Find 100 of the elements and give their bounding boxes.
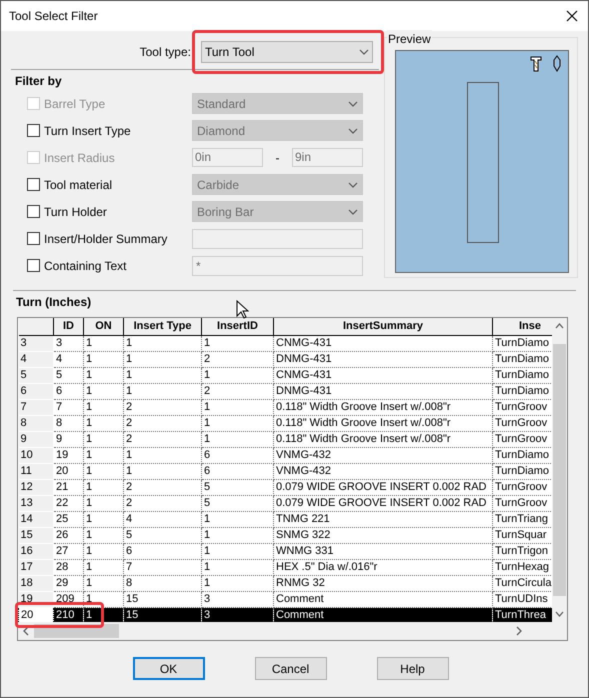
table-row[interactable]: 10 19 1 1 6 VNMG-432 TurnDiamo [18,447,552,463]
table-cell: TNMG 221 [274,511,492,527]
table-cell: 6 [54,383,84,399]
table-cell: 5 [124,527,202,543]
row-header[interactable]: 6 [18,383,54,399]
table-cell: 2 [202,383,274,399]
row-header[interactable]: 14 [18,511,54,527]
row-header[interactable]: 15 [18,527,54,543]
table-cell: 28 [54,559,84,575]
corner-header [18,318,54,335]
table-cell: 1 [84,383,124,399]
table-row[interactable]: 17 28 1 7 1 HEX .5" Dia w/.016"r TurnHexag [18,559,552,575]
row-header[interactable]: 9 [18,431,54,447]
input-field[interactable]: * [192,256,363,276]
row-header[interactable]: 18 [18,575,54,591]
table-cell: VNMG-432 [274,463,492,479]
table-cell: 6 [202,463,274,479]
table-cell: 2 [124,399,202,415]
table-row[interactable]: 11 20 1 1 6 VNMG-432 TurnDiamo [18,463,552,479]
column-header[interactable]: InsertID [202,318,274,335]
row-header[interactable]: 17 [18,559,54,575]
close-icon[interactable] [566,10,578,22]
table-row[interactable]: 18 29 1 8 1 RNMG 32 TurnCircula [18,575,552,591]
checkbox-label: Insert/Holder Summary [44,230,168,248]
table-cell: HEX .5" Dia w/.016"r [274,559,492,575]
dialog-button[interactable]: OK [132,657,204,680]
table-cell: 1 [84,543,124,559]
row-header[interactable]: 11 [18,463,54,479]
row-header[interactable]: 3 [18,335,54,351]
table-row[interactable]: 14 25 1 4 1 TNMG 221 TurnTriang [18,511,552,527]
table-row[interactable]: 20 210 1 15 3 Comment TurnThrea [18,607,552,622]
table-row[interactable]: 9 9 1 2 1 0.118" Width Groove Insert w/.008"r TurnGroov [18,431,552,447]
table-row[interactable]: 15 26 1 5 1 SNMG 322 TurnSquar [18,527,552,543]
table-cell: 5 [202,479,274,495]
column-header[interactable]: Inse [492,318,552,335]
table-cell: VNMG-432 [274,447,492,463]
table-cell: DNMG-431 [274,383,492,399]
checkbox[interactable] [27,178,40,191]
table-cell: 1 [202,575,274,591]
checkbox[interactable] [27,259,40,272]
row-header[interactable]: 10 [18,447,54,463]
table-row[interactable]: 8 8 1 2 1 0.118" Width Groove Insert w/.008"r TurnGroov [18,415,552,431]
checkbox[interactable] [27,124,40,137]
table-row[interactable]: 16 27 1 6 1 WNMG 331 TurnTrigon [18,543,552,559]
table-row[interactable]: 5 5 1 1 1 CNMG-431 TurnDiamo [18,367,552,383]
column-header[interactable]: Insert Type [124,318,202,335]
row-header[interactable]: 7 [18,399,54,415]
table-cell: 0.079 WIDE GROOVE INSERT 0.002 RAD [274,479,492,495]
column-header[interactable]: ID [54,318,84,335]
table-cell: 1 [202,367,274,383]
row-header[interactable]: 12 [18,479,54,495]
input-field[interactable] [192,228,363,248]
range-separator: - [274,150,280,166]
table-cell: 1 [202,511,274,527]
vertical-scrollbar[interactable] [552,318,567,622]
table-cell: 20 [54,463,84,479]
scroll-thumb[interactable] [553,344,566,596]
table-cell: 1 [84,527,124,543]
dialog-button[interactable]: Help [376,657,448,680]
table-cell: 1 [202,559,274,575]
checkbox[interactable] [27,232,40,245]
table-cell: 1 [84,431,124,447]
table-cell: 5 [54,367,84,383]
table-row[interactable]: 4 4 1 1 2 DNMG-431 TurnDiamo [18,351,552,367]
table-cell: 1 [84,479,124,495]
table-cell: 15 [124,591,202,607]
table-cell: 1 [202,335,274,351]
table-row[interactable]: 19 209 1 15 3 Comment TurnUDIns [18,591,552,607]
caret-icon [348,100,358,106]
table-cell: 1 [202,543,274,559]
row-header[interactable]: 8 [18,415,54,431]
horizontal-scrollbar[interactable] [18,622,567,640]
group-title: Turn (Inches) [16,294,92,311]
checkbox[interactable] [27,205,40,218]
row-header[interactable]: 20 [18,607,54,622]
column-header[interactable]: InsertSummary [274,318,492,335]
table-cell: 4 [124,511,202,527]
table-row[interactable]: 7 7 1 2 1 0.118" Width Groove Insert w/.008"r TurnGroov [18,399,552,415]
tool-type-label: Tool type: [140,44,191,61]
checkbox-label: Tool material [44,176,114,194]
table-cell: 25 [54,511,84,527]
table-row[interactable]: 6 6 1 1 2 DNMG-431 TurnDiamo [18,383,552,399]
table-cell: 1 [84,335,124,351]
row-header[interactable]: 13 [18,495,54,511]
column-header[interactable]: ON [84,318,124,335]
table-cell: 1 [84,559,124,575]
row-header[interactable]: 4 [18,351,54,367]
checkbox-label: Turn Holder [44,204,108,220]
table-cell: 1 [84,463,124,479]
row-header[interactable]: 5 [18,367,54,383]
table-row[interactable]: 12 21 1 2 5 0.079 WIDE GROOVE INSERT 0.002 RAD TurnGroov [18,479,552,495]
row-header[interactable]: 16 [18,543,54,559]
dialog-button[interactable]: Cancel [254,657,326,680]
table-cell: 1 [84,447,124,463]
table-cell: 3 [54,335,84,351]
tool-type-dropdown[interactable]: Turn Tool [201,41,373,63]
table-row[interactable]: 13 22 1 2 5 0.079 WIDE GROOVE INSERT 0.002 RAD TurnGroov [18,495,552,511]
table-cell: 2 [124,479,202,495]
table-cell: 1 [202,399,274,415]
table-row[interactable]: 3 3 1 1 1 CNMG-431 TurnDiamo [18,335,552,351]
